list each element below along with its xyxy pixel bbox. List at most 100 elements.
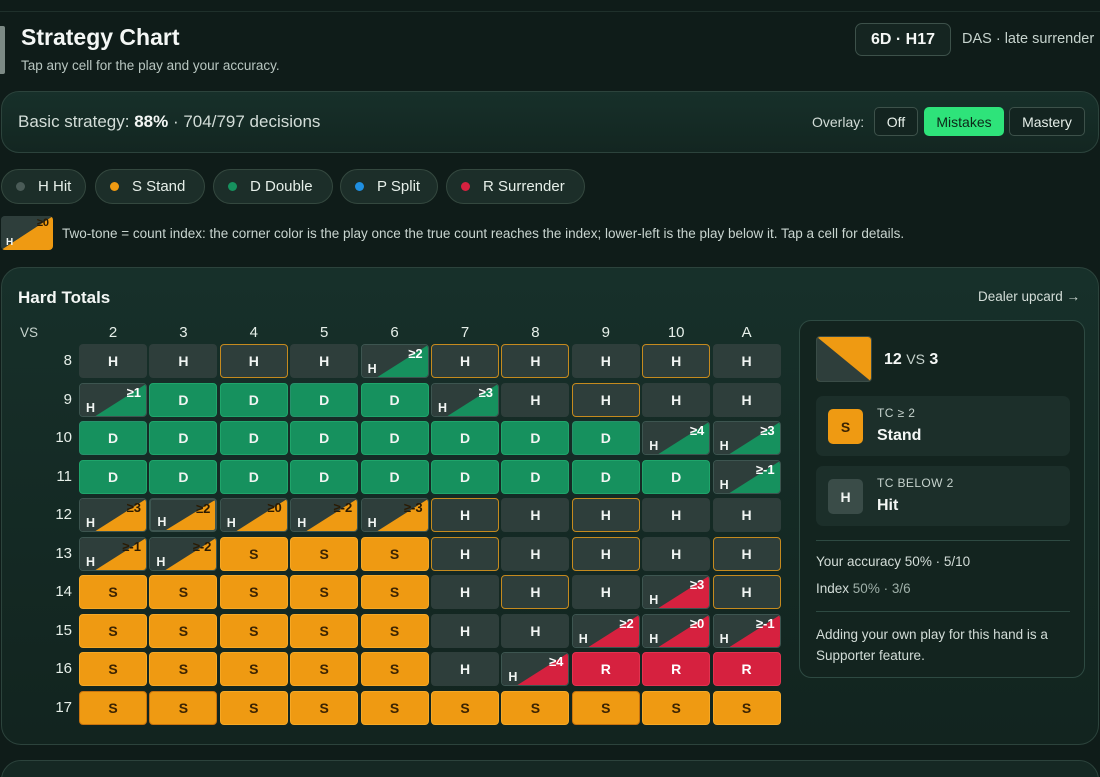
strategy-cell[interactable]: S xyxy=(149,690,218,725)
strategy-cell[interactable]: ≥4 H xyxy=(642,421,711,455)
strategy-cell[interactable]: H xyxy=(571,536,640,571)
strategy-cell[interactable]: S xyxy=(431,690,499,725)
overlay-mastery-button[interactable]: Mastery xyxy=(1009,107,1085,136)
strategy-cell[interactable]: R xyxy=(712,652,781,686)
strategy-cell[interactable]: S xyxy=(219,690,288,725)
strategy-cell[interactable]: S xyxy=(290,652,359,686)
strategy-cell[interactable]: ≥-2 H xyxy=(290,498,359,532)
strategy-cell[interactable]: S xyxy=(501,690,570,725)
strategy-cell[interactable]: D xyxy=(219,459,288,494)
strategy-cell[interactable]: S xyxy=(79,652,147,686)
strategy-cell[interactable]: S xyxy=(79,575,147,609)
strategy-cell[interactable]: H xyxy=(642,536,711,571)
strategy-cell[interactable]: H xyxy=(431,344,499,378)
strategy-cell[interactable]: D xyxy=(149,421,218,455)
strategy-cell[interactable]: H xyxy=(431,652,499,686)
strategy-cell[interactable]: H xyxy=(501,498,570,532)
strategy-cell[interactable]: S xyxy=(290,613,359,648)
strategy-cell[interactable]: ≥-1 H xyxy=(712,613,781,648)
strategy-cell[interactable]: S xyxy=(219,575,288,609)
legend-stand[interactable]: S Stand xyxy=(95,169,205,204)
strategy-cell[interactable]: ≥2 H xyxy=(360,344,429,378)
strategy-cell[interactable]: ≥-1 H xyxy=(79,536,147,571)
strategy-cell[interactable]: S xyxy=(360,613,429,648)
strategy-cell[interactable]: H xyxy=(501,613,570,648)
strategy-cell[interactable]: D xyxy=(501,459,570,494)
strategy-cell[interactable]: S xyxy=(219,613,288,648)
strategy-cell[interactable]: S xyxy=(149,613,218,648)
strategy-cell[interactable]: H xyxy=(571,344,640,378)
strategy-cell[interactable]: S xyxy=(149,575,218,609)
strategy-cell[interactable]: ≥1 H xyxy=(79,382,147,417)
strategy-cell[interactable]: H xyxy=(431,613,499,648)
strategy-cell[interactable]: R xyxy=(642,652,711,686)
strategy-cell[interactable]: H xyxy=(571,498,640,532)
strategy-cell[interactable]: D xyxy=(149,382,218,417)
strategy-cell[interactable]: S xyxy=(571,690,640,725)
strategy-cell[interactable]: H xyxy=(431,536,499,571)
strategy-cell[interactable]: H xyxy=(501,382,570,417)
strategy-cell[interactable]: D xyxy=(149,459,218,494)
strategy-cell[interactable]: H xyxy=(712,575,781,609)
strategy-cell[interactable]: S xyxy=(79,613,147,648)
strategy-cell[interactable]: D xyxy=(219,382,288,417)
legend-split[interactable]: P Split xyxy=(340,169,438,204)
strategy-cell[interactable]: ≥2 H xyxy=(149,498,218,532)
strategy-cell[interactable]: H xyxy=(712,344,781,378)
strategy-cell[interactable]: S xyxy=(642,690,711,725)
strategy-cell[interactable]: H xyxy=(501,575,570,609)
strategy-cell[interactable]: H xyxy=(149,344,218,378)
strategy-cell[interactable]: S xyxy=(360,575,429,609)
strategy-cell[interactable]: S xyxy=(360,690,429,725)
strategy-cell[interactable]: ≥3 H xyxy=(431,382,499,417)
strategy-cell[interactable]: H xyxy=(642,344,711,378)
strategy-cell[interactable]: D xyxy=(360,459,429,494)
strategy-cell[interactable]: D xyxy=(290,459,359,494)
strategy-cell[interactable]: H xyxy=(501,344,570,378)
strategy-cell[interactable]: ≥0 H xyxy=(642,613,711,648)
strategy-cell[interactable]: ≥-1 H xyxy=(712,459,781,494)
strategy-cell[interactable]: H xyxy=(431,575,499,609)
strategy-cell[interactable]: H xyxy=(712,382,781,417)
strategy-cell[interactable]: H xyxy=(712,536,781,571)
rules-badge[interactable]: 6D · H17 xyxy=(855,23,951,56)
strategy-cell[interactable]: S xyxy=(360,536,429,571)
strategy-cell[interactable]: S xyxy=(79,690,147,725)
strategy-cell[interactable]: H xyxy=(219,344,288,378)
strategy-cell[interactable]: D xyxy=(431,459,499,494)
strategy-cell[interactable]: S xyxy=(290,690,359,725)
strategy-cell[interactable]: H xyxy=(501,536,570,571)
strategy-cell[interactable]: H xyxy=(571,382,640,417)
strategy-cell[interactable]: S xyxy=(290,536,359,571)
strategy-cell[interactable]: H xyxy=(712,498,781,532)
strategy-cell[interactable]: S xyxy=(290,575,359,609)
legend-surrender[interactable]: R Surrender xyxy=(446,169,585,204)
strategy-cell[interactable]: D xyxy=(79,421,147,455)
strategy-cell[interactable]: ≥2 H xyxy=(571,613,640,648)
strategy-cell[interactable]: D xyxy=(360,382,429,417)
strategy-cell[interactable]: D xyxy=(79,459,147,494)
strategy-cell[interactable]: D xyxy=(642,459,711,494)
strategy-cell[interactable]: D xyxy=(290,421,359,455)
strategy-cell[interactable]: ≥4 H xyxy=(501,652,570,686)
strategy-cell[interactable]: ≥3 H xyxy=(79,498,147,532)
strategy-cell[interactable]: ≥0 H xyxy=(219,498,288,532)
strategy-cell[interactable]: S xyxy=(360,652,429,686)
strategy-cell[interactable]: D xyxy=(360,421,429,455)
strategy-cell[interactable]: R xyxy=(571,652,640,686)
strategy-cell[interactable]: ≥-2 H xyxy=(149,536,218,571)
strategy-cell[interactable]: D xyxy=(431,421,499,455)
strategy-cell[interactable]: H xyxy=(290,344,359,378)
strategy-cell[interactable]: D xyxy=(219,421,288,455)
strategy-cell[interactable]: S xyxy=(149,652,218,686)
strategy-cell[interactable]: D xyxy=(571,459,640,494)
overlay-off-button[interactable]: Off xyxy=(874,107,918,136)
strategy-cell[interactable]: H xyxy=(571,575,640,609)
overlay-mistakes-button[interactable]: Mistakes xyxy=(924,107,1004,136)
strategy-cell[interactable]: ≥-3 H xyxy=(360,498,429,532)
strategy-cell[interactable]: D xyxy=(501,421,570,455)
strategy-cell[interactable]: H xyxy=(79,344,147,378)
strategy-cell[interactable]: D xyxy=(571,421,640,455)
strategy-cell[interactable]: H xyxy=(642,382,711,417)
strategy-cell[interactable]: H xyxy=(642,498,711,532)
